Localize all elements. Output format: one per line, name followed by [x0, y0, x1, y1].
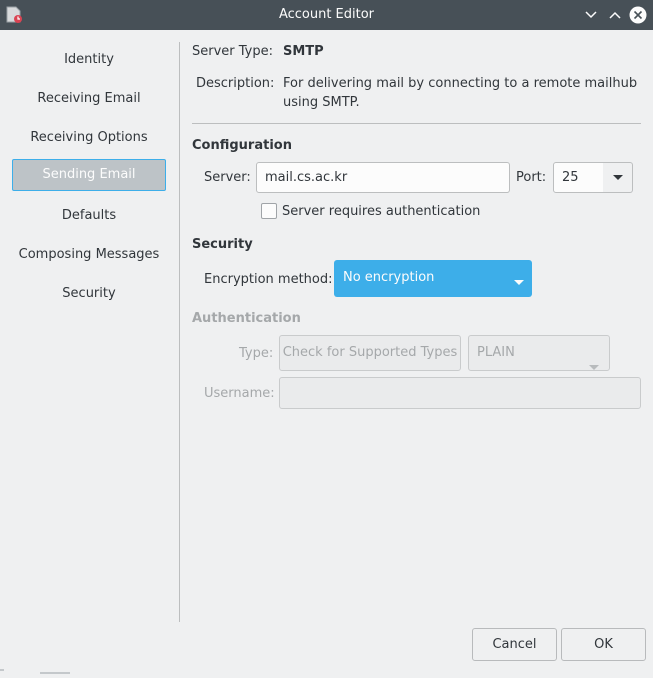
port-input[interactable]: 25	[553, 162, 604, 193]
encryption-select[interactable]: No encryption	[334, 260, 532, 297]
resize-grip[interactable]	[0, 663, 70, 674]
encryption-value: No encryption	[343, 270, 435, 285]
sidebar-item-receiving-options[interactable]: Receiving Options	[12, 122, 166, 154]
port-label: Port:	[516, 170, 547, 185]
authentication-heading: Authentication	[192, 311, 301, 326]
server-label: Server:	[204, 170, 251, 185]
window-title: Account Editor	[278, 7, 375, 22]
sidebar-item-composing-messages[interactable]: Composing Messages	[12, 239, 166, 271]
sidebar-item-receiving-email[interactable]: Receiving Email	[12, 83, 166, 115]
auth-type-label: Type:	[239, 346, 274, 361]
minimize-icon[interactable]	[582, 6, 600, 24]
username-label: Username:	[204, 386, 275, 401]
description-text-line1: For delivering mail by connecting to a r…	[283, 76, 638, 91]
close-icon[interactable]	[629, 6, 647, 24]
sidebar: Identity Receiving Email Receiving Optio…	[0, 30, 180, 623]
description-text-line2: using SMTP.	[283, 95, 360, 110]
ok-button[interactable]: OK	[561, 628, 646, 661]
auth-checkbox-label[interactable]: Server requires authentication	[282, 204, 480, 219]
section-divider	[192, 123, 641, 124]
auth-type-value: PLAIN	[477, 345, 515, 360]
maximize-icon[interactable]	[606, 6, 624, 24]
sidebar-item-defaults[interactable]: Defaults	[12, 200, 166, 232]
security-heading: Security	[192, 237, 253, 252]
auth-checkbox[interactable]	[261, 203, 277, 219]
configuration-heading: Configuration	[192, 138, 292, 153]
sidebar-item-sending-email[interactable]: Sending Email	[12, 159, 166, 191]
caret-down-icon	[612, 170, 623, 185]
sidebar-divider	[179, 42, 180, 622]
sidebar-item-security[interactable]: Security	[12, 278, 166, 310]
server-type-label: Server Type:	[192, 44, 274, 59]
title-bar: Account Editor	[0, 0, 653, 30]
auth-type-select[interactable]: PLAIN	[468, 335, 610, 371]
port-dropdown-button[interactable]	[603, 162, 633, 193]
sidebar-item-identity[interactable]: Identity	[12, 44, 166, 76]
server-type-value: SMTP	[283, 44, 324, 59]
check-supported-types-button[interactable]: Check for Supported Types	[279, 335, 461, 371]
cancel-button[interactable]: Cancel	[472, 628, 557, 661]
caret-down-icon	[514, 275, 524, 290]
username-input[interactable]	[279, 377, 641, 409]
encryption-label: Encryption method:	[204, 272, 333, 287]
server-input[interactable]: mail.cs.ac.kr	[256, 162, 510, 193]
description-label: Description:	[196, 76, 275, 91]
